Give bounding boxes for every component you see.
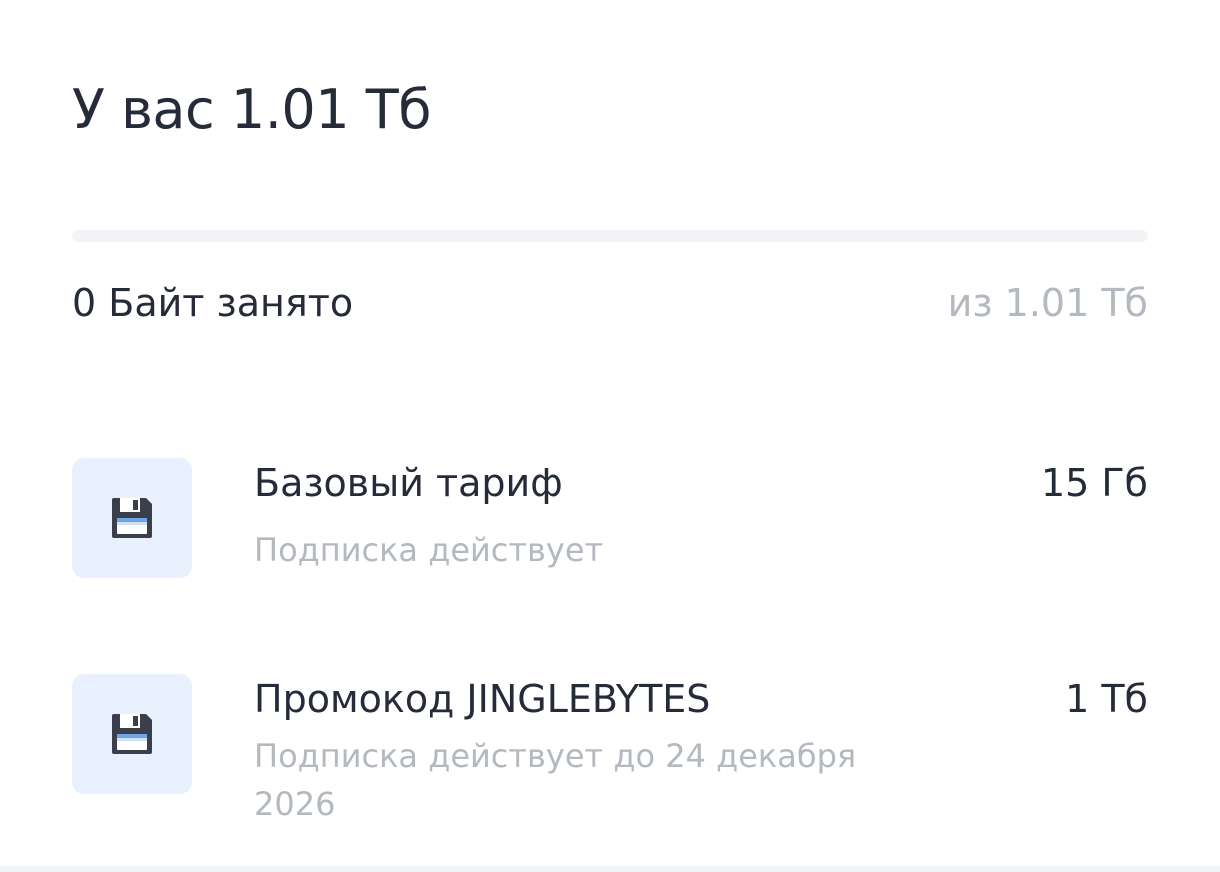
plan-icon-tile [72,674,192,794]
page-title: У вас 1.01 Тб [72,78,432,141]
plan-item-promo[interactable]: Промокод JINGLEBYTES Подписка действует … [72,674,1148,824]
floppy-disk-icon [112,714,152,754]
storage-total-label: из 1.01 Тб [947,281,1148,325]
plan-name: Промокод JINGLEBYTES [254,677,711,721]
plan-status: Подписка действует [254,531,604,569]
plan-text: Базовый тариф Подписка действует [254,458,894,574]
plan-status: Подписка действует до 24 декабря 2026 [254,737,857,823]
plan-size: 1 Тб [1065,677,1148,721]
storage-page: У вас 1.01 Тб 0 Байт занято из 1.01 Тб Б… [0,0,1220,872]
floppy-disk-icon [112,498,152,538]
storage-progress-bar [72,230,1148,242]
plan-item-base[interactable]: Базовый тариф Подписка действует 15 Гб [72,458,1148,588]
storage-usage-row: 0 Байт занято из 1.01 Тб [72,278,1148,328]
plan-size: 15 Гб [1040,461,1148,505]
plan-text: Промокод JINGLEBYTES Подписка действует … [254,674,894,828]
plan-name: Базовый тариф [254,461,563,505]
bottom-divider [0,866,1220,872]
storage-used-label: 0 Байт занято [72,281,354,325]
plan-icon-tile [72,458,192,578]
